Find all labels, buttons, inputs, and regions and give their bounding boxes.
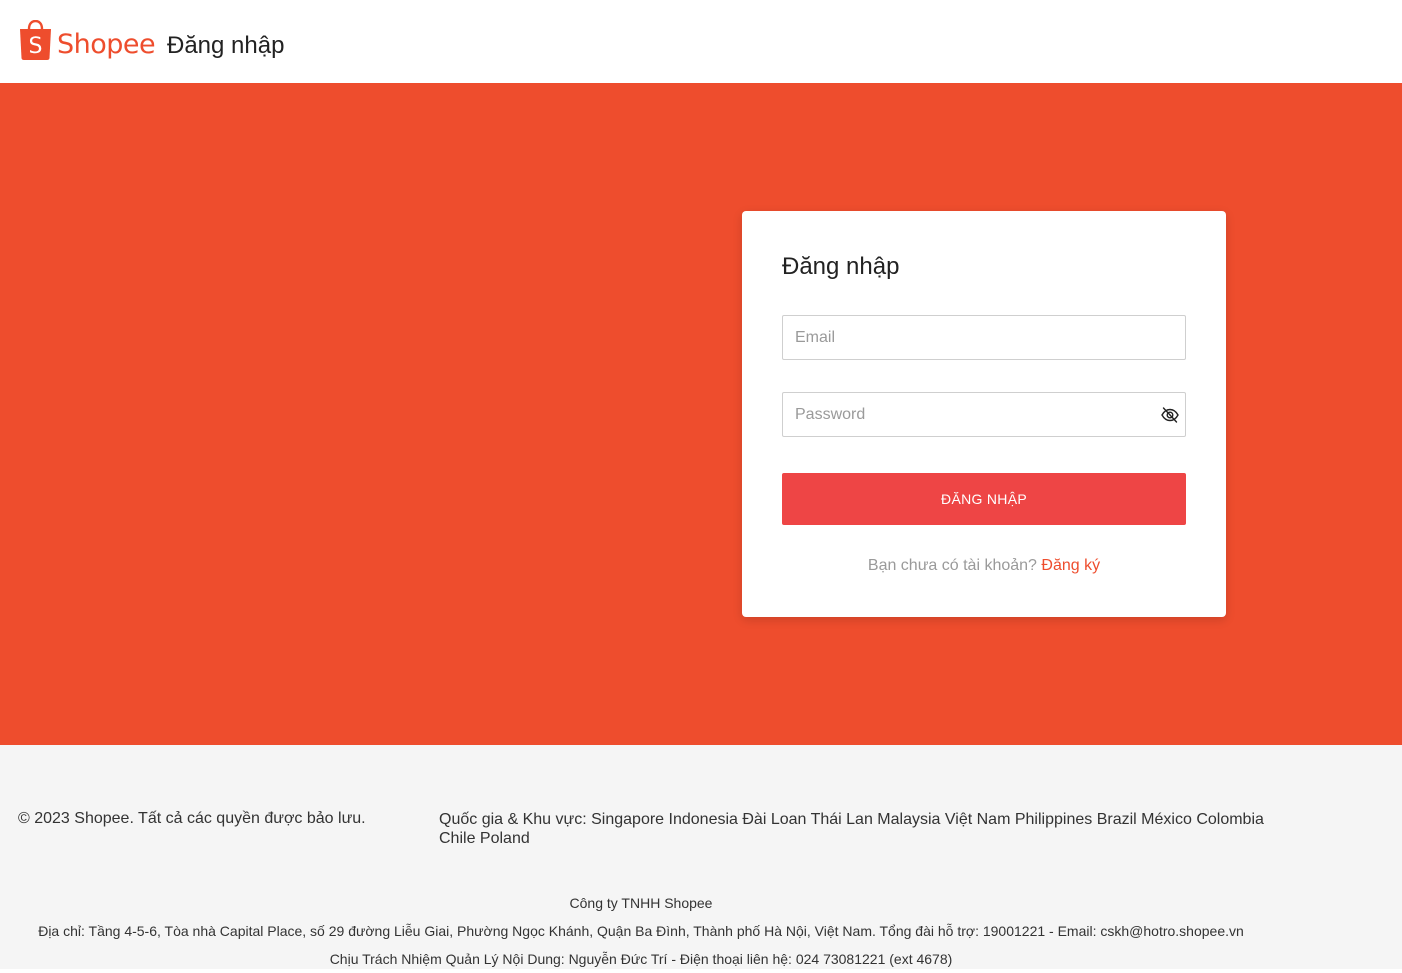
signup-prompt: Bạn chưa có tài khoản? bbox=[867, 557, 1037, 574]
company-name: Công ty TNHH Shopee bbox=[569, 895, 713, 911]
country-link[interactable]: Việt Nam bbox=[945, 811, 1011, 828]
country-link[interactable]: Malaysia bbox=[877, 811, 940, 828]
logo-wordmark: Shopee bbox=[57, 29, 156, 60]
company-info: Công ty TNHH Shopee Địa chỉ: Tầng 4-5-6,… bbox=[0, 889, 1282, 973]
copyright-text: © 2023 Shopee. Tất cả các quyền được bảo… bbox=[18, 810, 366, 827]
svg-text:S: S bbox=[29, 34, 43, 59]
country-link[interactable]: México bbox=[1141, 811, 1192, 828]
country-link[interactable]: Thái Lan bbox=[811, 811, 873, 828]
login-button[interactable]: ĐĂNG NHẬP bbox=[782, 473, 1186, 525]
login-title: Đăng nhập bbox=[782, 253, 900, 280]
email-input[interactable] bbox=[783, 316, 1185, 359]
country-link[interactable]: Poland bbox=[480, 830, 530, 847]
shopee-bag-icon: S bbox=[18, 19, 53, 61]
country-region-list: Quốc gia & Khu vực: Singapore Indonesia … bbox=[439, 810, 1289, 848]
country-region-label: Quốc gia & Khu vực: bbox=[439, 811, 587, 828]
signup-row: Bạn chưa có tài khoản? Đăng ký bbox=[742, 557, 1226, 575]
password-input[interactable] bbox=[783, 393, 1185, 436]
email-field-wrapper bbox=[782, 315, 1186, 360]
country-link[interactable]: Đài Loan bbox=[742, 811, 806, 828]
country-link[interactable]: Philippines bbox=[1015, 811, 1092, 828]
country-link[interactable]: Singapore bbox=[591, 811, 664, 828]
country-link[interactable]: Colombia bbox=[1196, 811, 1264, 828]
eye-off-icon[interactable] bbox=[1159, 404, 1181, 426]
country-link[interactable]: Indonesia bbox=[669, 811, 738, 828]
company-address: Địa chỉ: Tầng 4-5-6, Tòa nhà Capital Pla… bbox=[38, 923, 1244, 939]
login-form: Đăng nhập ĐĂNG NHẬP Bạn chưa có tài khoả… bbox=[742, 211, 1226, 617]
signup-link[interactable]: Đăng ký bbox=[1041, 557, 1100, 574]
country-link[interactable]: Brazil bbox=[1097, 811, 1137, 828]
shopee-logo-link[interactable]: S Shopee bbox=[18, 19, 156, 61]
country-link[interactable]: Chile bbox=[439, 830, 475, 847]
site-header: S Shopee Đăng nhập bbox=[0, 0, 1402, 83]
password-field-wrapper bbox=[782, 392, 1186, 437]
site-footer: © 2023 Shopee. Tất cả các quyền được bảo… bbox=[0, 745, 1402, 969]
page-title: Đăng nhập bbox=[167, 32, 285, 59]
